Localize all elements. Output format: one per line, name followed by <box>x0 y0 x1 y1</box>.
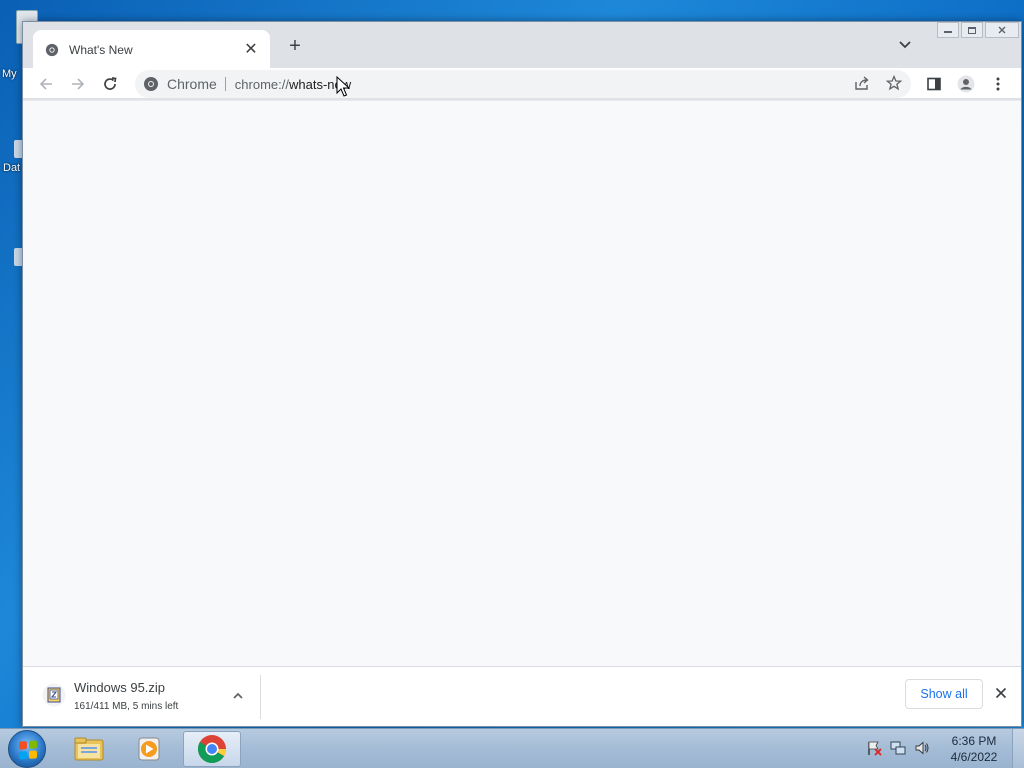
desktop-icon-label: My <box>2 68 17 80</box>
desktop-icon-data[interactable]: Dat <box>0 140 24 174</box>
taskbar-explorer[interactable] <box>60 731 118 767</box>
profile-icon <box>957 75 975 93</box>
system-tray <box>866 740 930 756</box>
show-desktop-button[interactable] <box>1012 729 1024 768</box>
reload-button[interactable] <box>101 75 119 93</box>
star-icon <box>886 75 902 91</box>
arrow-left-icon <box>39 78 52 90</box>
page-content <box>23 100 1021 666</box>
tab-whats-new[interactable]: What's New ✕ <box>33 30 270 70</box>
reload-icon <box>104 77 117 90</box>
desktop-icon-partial[interactable] <box>0 248 24 268</box>
share-icon <box>855 76 869 90</box>
back-button[interactable] <box>37 75 55 93</box>
download-item[interactable]: Windows 95.zip 161/411 MB, 5 mins left <box>39 679 261 715</box>
url-text[interactable]: chrome://whats-new <box>235 77 351 92</box>
tab-strip: What's New ✕ + <box>23 22 1021 70</box>
media-player-icon <box>138 737 160 761</box>
windows-logo-icon <box>19 740 37 760</box>
chrome-icon <box>144 77 158 91</box>
action-center-flag-icon[interactable] <box>866 740 882 756</box>
clock-time: 6:36 PM <box>951 734 997 748</box>
network-icon[interactable] <box>890 740 906 756</box>
chrome-icon <box>198 735 226 763</box>
zip-file-icon <box>42 683 66 707</box>
arrow-right-icon <box>72 78 85 90</box>
show-all-button[interactable]: Show all <box>905 679 983 709</box>
chevron-up-icon[interactable] <box>231 689 245 703</box>
clock-date: 4/6/2022 <box>950 750 998 764</box>
side-panel-button[interactable] <box>925 75 943 93</box>
volume-icon[interactable] <box>914 740 930 756</box>
chrome-icon <box>45 43 59 57</box>
profile-button[interactable] <box>957 75 975 93</box>
share-button[interactable] <box>853 74 871 92</box>
folder-icon <box>74 737 104 761</box>
taskbar-clock[interactable]: 6:36 PM 4/6/2022 <box>946 733 1002 765</box>
taskbar-chrome[interactable] <box>183 731 241 767</box>
taskbar-media-player[interactable] <box>121 731 179 767</box>
desktop-icon-label: Dat <box>3 162 21 174</box>
taskbar: 6:36 PM 4/6/2022 <box>0 728 1024 768</box>
chevron-down-icon <box>899 41 911 49</box>
desktop-icon-my-computer[interactable]: My <box>0 10 38 80</box>
download-filename: Windows 95.zip <box>74 680 166 695</box>
kebab-menu-icon <box>996 77 1000 91</box>
mouse-cursor-icon <box>336 76 350 97</box>
side-panel-icon <box>927 77 941 91</box>
new-tab-button[interactable]: + <box>285 36 305 56</box>
close-download-shelf-button[interactable] <box>993 685 1009 701</box>
tab-search-button[interactable] <box>897 36 913 52</box>
start-button[interactable] <box>8 730 46 768</box>
address-bar[interactable]: Chrome chrome://whats-new <box>135 70 911 98</box>
site-chip[interactable]: Chrome <box>167 77 226 91</box>
url-scheme: chrome:// <box>234 76 289 92</box>
tab-title: What's New <box>69 43 133 57</box>
download-shelf: Windows 95.zip 161/411 MB, 5 mins left S… <box>23 666 1021 726</box>
tab-close-button[interactable]: ✕ <box>242 42 260 58</box>
close-icon <box>995 687 1007 699</box>
bookmark-button[interactable] <box>885 74 903 92</box>
forward-button[interactable] <box>69 75 87 93</box>
download-divider <box>260 675 261 719</box>
browser-toolbar: Chrome chrome://whats-new <box>23 68 1021 98</box>
download-status: 161/411 MB, 5 mins left <box>74 701 179 712</box>
browser-menu-button[interactable] <box>989 75 1007 93</box>
browser-window: What's New ✕ + Chrome chrome://whats-new <box>22 21 1022 727</box>
